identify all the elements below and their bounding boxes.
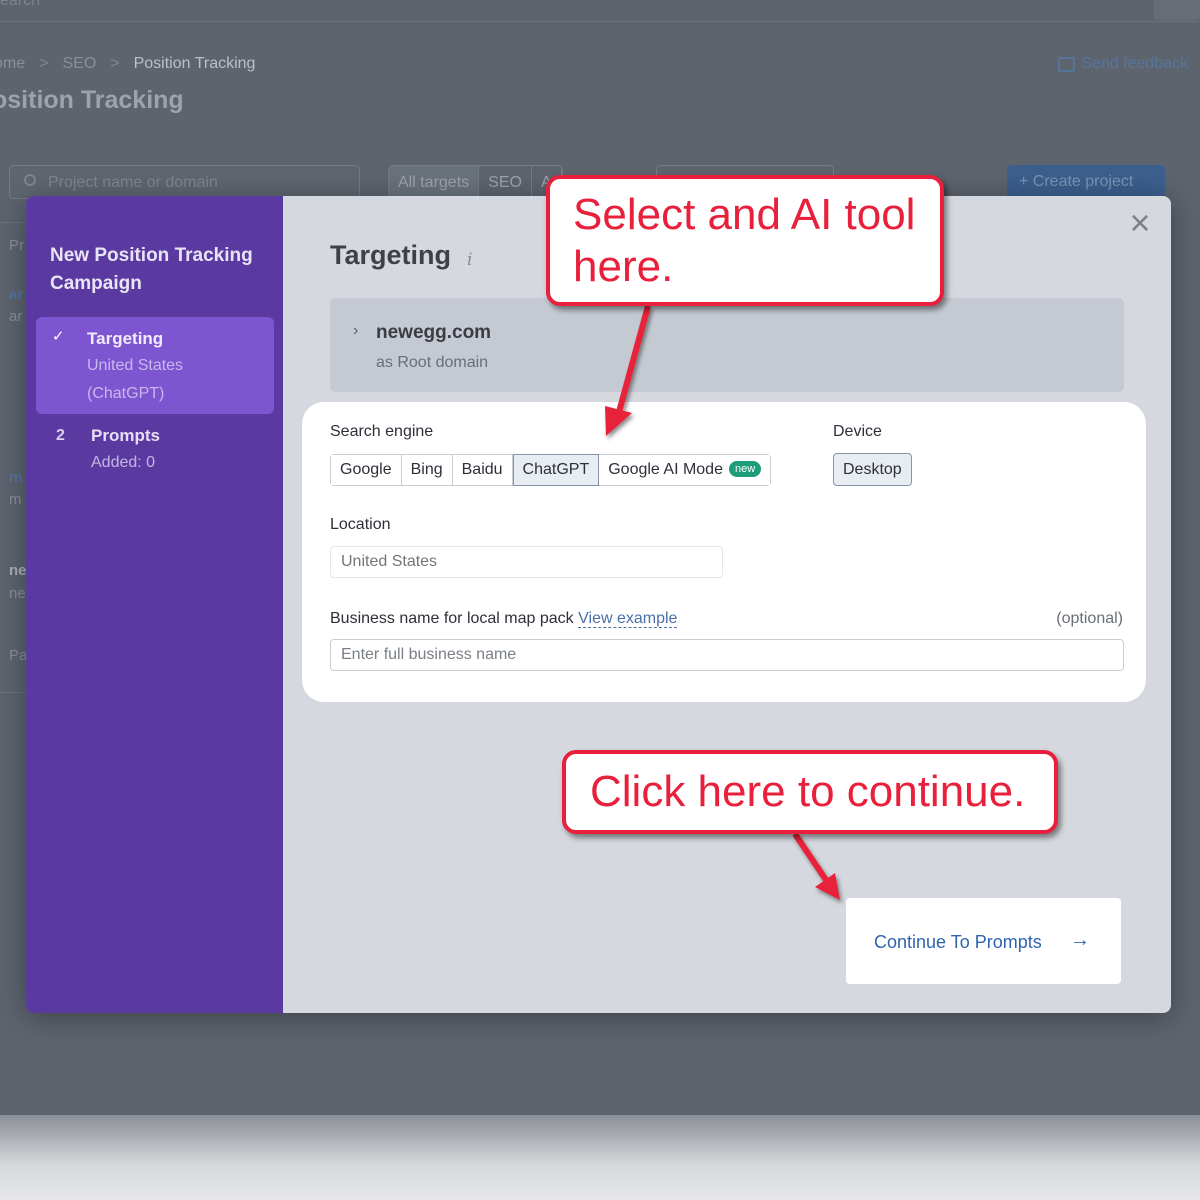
list-item: ne — [9, 585, 26, 602]
search-engine-selector: Google Bing Baidu ChatGPT Google AI Mode… — [330, 454, 772, 486]
pagination: Pa — [9, 647, 28, 664]
project-search-input[interactable]: Project name or domain — [9, 165, 360, 199]
breadcrumb-home[interactable]: ome — [0, 55, 25, 73]
info-icon[interactable]: i — [467, 250, 472, 270]
send-feedback-link[interactable]: Send feedback — [1058, 55, 1188, 73]
breadcrumb: ome > SEO > Position Tracking — [0, 55, 255, 73]
feedback-icon — [1058, 56, 1076, 72]
modal-sidebar: New Position Tracking Campaign ✓ Targeti… — [26, 196, 283, 1013]
domain-name: newegg.com — [376, 322, 492, 343]
optional-label: (optional) — [1056, 610, 1123, 627]
breadcrumb-separator-icon: > — [39, 55, 49, 72]
top-bar: earch — [0, 0, 1200, 22]
search-engine-label: Search engine — [330, 423, 434, 440]
step-targeting[interactable]: ✓ Targeting United States (ChatGPT) — [36, 317, 274, 414]
list-item: ar — [9, 308, 23, 325]
list-item: m — [9, 491, 22, 508]
search-icon — [24, 174, 36, 186]
step-targeting-location: United States — [87, 357, 184, 374]
step-targeting-engine: (ChatGPT) — [87, 385, 165, 402]
step-targeting-title: Targeting — [87, 329, 164, 348]
new-badge: new — [728, 461, 762, 477]
domain-panel[interactable]: › newegg.com as Root domain — [330, 298, 1124, 392]
step-prompts-count: Added: 0 — [91, 454, 156, 471]
breadcrumb-separator-icon: > — [110, 55, 120, 72]
tab-all-targets[interactable]: All targets — [389, 166, 480, 198]
sidebar-title: New Position Tracking Campaign — [50, 245, 253, 294]
list-item[interactable]: m — [9, 469, 22, 486]
domain-type: as Root domain — [376, 354, 489, 371]
close-icon[interactable]: × — [1126, 205, 1154, 241]
engine-baidu-button[interactable]: Baidu — [452, 455, 513, 485]
send-feedback-label: Send feedback — [1081, 55, 1188, 72]
device-desktop-button[interactable]: Desktop — [833, 453, 912, 486]
engine-google-ai-mode-button[interactable]: Google AI Mode new — [599, 455, 771, 485]
page-title: osition Tracking — [0, 86, 184, 114]
targeting-form: Search engine Google Bing Baidu ChatGPT … — [302, 402, 1146, 702]
continue-button-label: Continue To Prompts — [874, 932, 1042, 952]
callout-line: Select and AI tool — [573, 190, 916, 239]
engine-google-button[interactable]: Google — [331, 455, 402, 485]
arrow-right-icon: → — [1070, 929, 1090, 951]
business-name-label-text: Business name for local map pack — [330, 610, 574, 627]
engine-bing-button[interactable]: Bing — [401, 455, 453, 485]
continue-to-prompts-button[interactable]: Continue To Prompts → — [846, 898, 1121, 984]
callout-line: here. — [573, 242, 674, 291]
location-label: Location — [330, 516, 391, 533]
business-name-label: Business name for local map pack View ex… — [330, 610, 678, 628]
list-item[interactable]: ne — [9, 562, 27, 579]
list-item[interactable]: ar — [9, 286, 23, 303]
project-search-placeholder: Project name or domain — [48, 174, 218, 191]
step-prompts-title[interactable]: Prompts — [91, 426, 160, 446]
breadcrumb-current: Position Tracking — [133, 55, 256, 72]
check-icon: ✓ — [52, 328, 65, 345]
breadcrumb-seo[interactable]: SEO — [62, 55, 96, 73]
callout-select-ai-tool: Select and AI tool here. — [546, 175, 944, 306]
tab-seo[interactable]: SEO — [479, 166, 532, 198]
table-header: Pr — [9, 237, 24, 254]
device-label: Device — [833, 423, 882, 440]
create-project-button[interactable]: + Create project — [1007, 165, 1165, 199]
section-heading: Targeting — [330, 240, 451, 270]
target-tabs: All targets SEO A — [388, 165, 563, 199]
top-search-button[interactable] — [1154, 0, 1200, 20]
engine-chatgpt-button[interactable]: ChatGPT — [512, 454, 600, 486]
location-input[interactable] — [330, 546, 723, 578]
engine-google-ai-mode-label: Google AI Mode — [608, 461, 723, 478]
business-name-input[interactable] — [330, 639, 1124, 671]
page-bottom-fade — [0, 1115, 1200, 1200]
view-example-link[interactable]: View example — [578, 610, 678, 628]
top-search-text: earch — [0, 0, 41, 9]
chevron-right-icon: › — [353, 322, 359, 339]
callout-click-continue: Click here to continue. — [562, 750, 1058, 834]
step-prompts-number: 2 — [56, 427, 65, 444]
